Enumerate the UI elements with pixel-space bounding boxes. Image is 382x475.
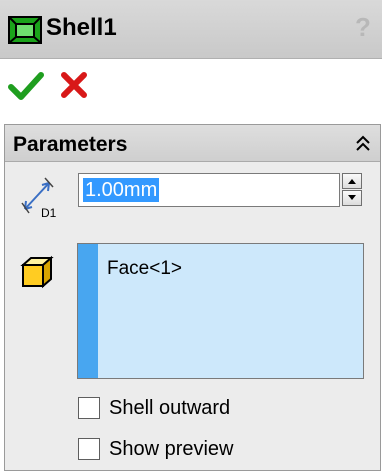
property-manager-titlebar: Shell1 ? <box>0 0 382 59</box>
thickness-spinner[interactable] <box>342 173 364 207</box>
shell-outward-label[interactable]: Shell outward <box>109 397 230 420</box>
parameters-panel: Parameters D1 1.00mm Face<1> Shell outwa… <box>4 124 381 471</box>
dimension-label: D1 <box>41 206 57 219</box>
feature-title: Shell1 <box>46 14 117 41</box>
thickness-value[interactable]: 1.00mm <box>83 178 160 202</box>
confirm-icon[interactable] <box>8 71 44 101</box>
show-preview-checkbox[interactable] <box>78 438 100 460</box>
cancel-icon[interactable] <box>60 71 88 99</box>
shell-outward-checkbox[interactable] <box>78 397 100 419</box>
action-bar <box>0 59 382 111</box>
face-selection-icon <box>20 255 54 289</box>
dimension-d1-icon: D1 <box>21 177 57 219</box>
list-item[interactable]: Face<1> <box>107 258 182 280</box>
selection-color-bar <box>78 244 98 378</box>
faces-to-remove-list[interactable]: Face<1> <box>77 243 364 379</box>
parameters-header[interactable]: Parameters <box>5 125 380 162</box>
triangle-down-icon <box>348 195 356 200</box>
parameters-title: Parameters <box>13 133 128 156</box>
help-button[interactable]: ? <box>351 12 375 42</box>
triangle-up-icon <box>348 179 356 184</box>
show-preview-label[interactable]: Show preview <box>109 438 234 461</box>
spin-down-button[interactable] <box>342 190 362 206</box>
collapse-chevron-icon[interactable] <box>354 135 372 153</box>
shell-feature-icon <box>8 16 42 44</box>
spin-up-button[interactable] <box>342 173 362 189</box>
thickness-input[interactable]: 1.00mm <box>78 173 340 207</box>
